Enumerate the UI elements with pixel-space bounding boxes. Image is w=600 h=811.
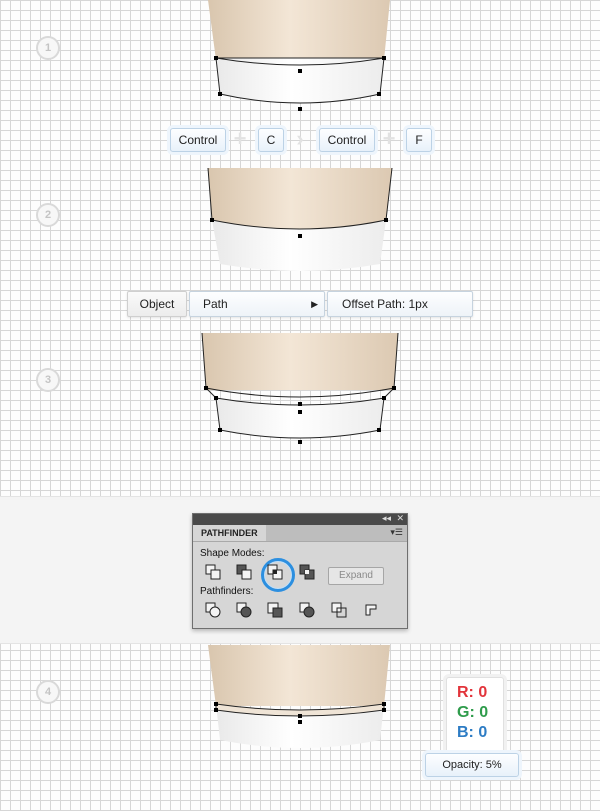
menu-path[interactable]: Path ▶ — [189, 291, 325, 317]
shape-modes-label: Shape Modes: — [200, 548, 265, 559]
blue-value: B: 0 — [457, 724, 488, 741]
crop-icon[interactable] — [299, 602, 315, 618]
step-number-3: 3 — [36, 368, 60, 392]
menu-path-label: Path — [203, 297, 228, 311]
plus-icon: + — [382, 126, 396, 151]
trim-icon[interactable] — [236, 602, 252, 618]
step-number-4: 4 — [36, 680, 60, 704]
double-chevron-icon[interactable]: ◂◂ — [382, 513, 391, 524]
intersect-icon[interactable] — [267, 564, 283, 580]
unite-icon[interactable] — [205, 564, 221, 580]
opacity-value: Opacity: 5% — [425, 753, 519, 777]
green-value: G: 0 — [457, 704, 489, 721]
cup-step-1 — [201, 0, 399, 748]
pathfinder-panel: ◂◂ ✕ PATHFINDER ▾☰ Shape Modes: Expand P… — [192, 513, 408, 629]
chevron-right-icon: › — [296, 126, 304, 151]
divide-icon[interactable] — [205, 602, 221, 618]
menu-offset-path[interactable]: Offset Path: 1px — [327, 291, 473, 317]
minus-front-icon[interactable] — [236, 564, 252, 580]
key-control-2: Control — [319, 128, 375, 152]
close-icon[interactable]: ✕ — [396, 513, 404, 524]
red-value: R: 0 — [457, 684, 488, 701]
expand-button[interactable]: Expand — [328, 567, 384, 585]
pathfinders-label: Pathfinders: — [200, 586, 254, 597]
menu-offset-path-label: Offset Path: 1px — [342, 297, 428, 311]
key-control-1: Control — [170, 128, 226, 152]
key-c: C — [258, 128, 284, 152]
submenu-arrow-icon: ▶ — [311, 299, 318, 309]
step-number-2: 2 — [36, 203, 60, 227]
rgb-color-box: R: 0 G: 0 B: 0 — [446, 677, 504, 756]
panel-tab-row: PATHFINDER ▾☰ — [193, 525, 407, 542]
merge-icon[interactable] — [267, 602, 283, 618]
plus-icon: + — [233, 126, 247, 151]
tab-pathfinder[interactable]: PATHFINDER — [193, 525, 266, 541]
panel-title-bar[interactable]: ◂◂ ✕ — [193, 513, 407, 525]
exclude-icon[interactable] — [299, 564, 315, 580]
menu-object-label: Object — [139, 297, 175, 311]
key-f: F — [406, 128, 432, 152]
panel-menu-icon[interactable]: ▾☰ — [390, 527, 403, 538]
minus-back-icon[interactable] — [363, 602, 379, 618]
outline-icon[interactable] — [331, 602, 347, 618]
step-number-1: 1 — [36, 36, 60, 60]
menu-object[interactable]: Object — [127, 291, 187, 317]
